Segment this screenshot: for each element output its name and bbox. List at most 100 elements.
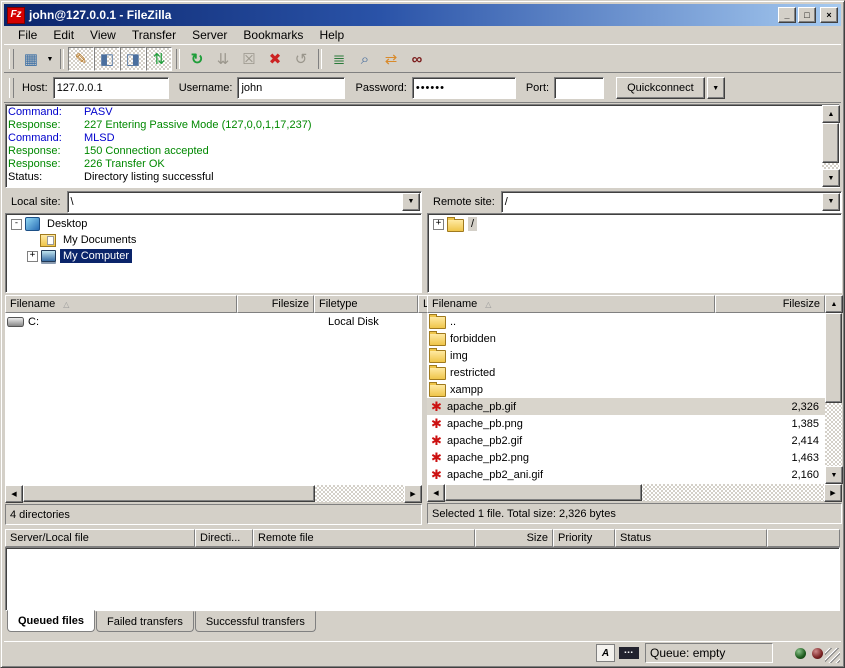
remote-file-row[interactable]: xampp [427,381,825,398]
column-server-local-file[interactable]: Server/Local file [5,529,195,547]
drive-icon [7,317,24,327]
password-input[interactable] [412,77,516,99]
toolbar: ▦ ▼ ✎ ◧ ◨ ⇅ ↻ ⇊ ☒ ✖ ↺ ≣ ⌕ ⇄ ∞ [4,46,841,73]
remote-file-row[interactable]: ✱apache_pb.png1,385 [427,415,825,432]
toggle-message-log-button[interactable]: ✎ [68,47,94,71]
tab-queued-files[interactable]: Queued files [7,610,95,632]
menu-view[interactable]: View [82,26,124,44]
reconnect-button[interactable]: ↺ [288,47,314,71]
minimize-icon: _ [784,11,789,20]
local-file-row[interactable]: C: Local Disk [5,313,422,330]
scrollbar-thumb[interactable] [445,484,642,501]
cancel-icon: ☒ [242,52,255,67]
collapse-icon[interactable]: - [11,219,22,230]
column-filename[interactable]: Filename△ [427,295,715,313]
scroll-left-icon[interactable]: ◀ [427,484,445,502]
refresh-button[interactable]: ↻ [184,47,210,71]
scroll-right-icon[interactable]: ▶ [824,484,842,502]
remote-vertical-scrollbar[interactable]: ▲ ▼ [825,295,842,484]
remote-site-combobox[interactable]: / ▼ [501,191,842,213]
menu-transfer[interactable]: Transfer [124,26,184,44]
status-bar: A ▪▪▪ Queue: empty [4,641,841,664]
chevron-down-icon[interactable]: ▼ [402,193,420,211]
remote-file-row[interactable]: img [427,347,825,364]
find-files-button[interactable]: ∞ [404,47,430,71]
remote-file-row[interactable]: ✱apache_pb2.gif2,414 [427,432,825,449]
remote-file-row[interactable]: ✱apache_pb2.png1,463 [427,449,825,466]
toolbar-separator [318,49,322,69]
tab-successful-transfers[interactable]: Successful transfers [195,611,316,632]
synchronized-browsing-button[interactable]: ⇄ [378,47,404,71]
scroll-up-icon[interactable]: ▲ [825,295,843,313]
maximize-button[interactable]: □ [798,7,816,23]
remote-site-bar: Remote site: / ▼ [427,191,842,212]
quickconnect-button[interactable]: Quickconnect [616,77,705,99]
site-manager-button[interactable]: ▦ [18,47,44,71]
cancel-operation-button[interactable]: ☒ [236,47,262,71]
remote-file-row[interactable]: ✱apache_pb2_ani.gif2,160 [427,466,825,483]
remote-file-row[interactable]: forbidden [427,330,825,347]
username-input[interactable] [237,77,345,99]
minimize-button[interactable]: _ [778,7,796,23]
resize-grip[interactable] [825,648,840,663]
local-horizontal-scrollbar[interactable]: ◀ ▶ [5,485,422,502]
menu-help[interactable]: Help [311,26,352,44]
disconnect-button[interactable]: ✖ [262,47,288,71]
speed-limit-icon[interactable]: ▪▪▪ [619,647,639,659]
queue-view-icon: ⇅ [153,52,166,67]
scroll-up-icon[interactable]: ▲ [822,105,840,123]
expand-icon[interactable]: + [27,251,38,262]
host-input[interactable] [53,77,169,99]
close-button[interactable]: × [820,7,838,23]
process-queue-button[interactable]: ⇊ [210,47,236,71]
column-direction[interactable]: Directi... [195,529,253,547]
site-manager-dropdown[interactable]: ▼ [44,48,56,70]
menu-file[interactable]: File [10,26,45,44]
filter-button[interactable]: ≣ [326,47,352,71]
toggle-remote-tree-button[interactable]: ◨ [120,47,146,71]
local-site-value: \ [68,196,401,208]
menu-server[interactable]: Server [184,26,235,44]
menu-bookmarks[interactable]: Bookmarks [235,26,311,44]
remote-horizontal-scrollbar[interactable]: ◀ ▶ [427,484,842,501]
toggle-local-tree-button[interactable]: ◧ [94,47,120,71]
close-icon: × [826,11,831,20]
column-remote-file[interactable]: Remote file [253,529,475,547]
menu-edit[interactable]: Edit [45,26,82,44]
local-site-combobox[interactable]: \ ▼ [67,191,422,213]
toggle-queue-button[interactable]: ⇅ [146,47,172,71]
remote-site-label: Remote site: [427,196,501,208]
scroll-left-icon[interactable]: ◀ [5,485,23,503]
quickconnect-dropdown[interactable]: ▼ [707,77,725,99]
port-input[interactable] [554,77,604,99]
scroll-right-icon[interactable]: ▶ [404,485,422,503]
quickbar-grip[interactable] [9,78,14,98]
chevron-down-icon[interactable]: ▼ [822,193,840,211]
column-status[interactable]: Status [615,529,767,547]
tree-item-my-computer[interactable]: + My Computer [6,248,421,264]
tree-item-desktop[interactable]: - Desktop [6,216,421,232]
scrollbar-thumb[interactable] [825,313,842,403]
expand-icon[interactable]: + [433,219,444,230]
remote-file-row[interactable]: .. [427,313,825,330]
remote-file-row-selected[interactable]: ✱apache_pb.gif2,326 [427,398,825,415]
tree-item-root[interactable]: + / [428,216,841,232]
tree-item-my-documents[interactable]: My Documents [6,232,421,248]
remote-file-row[interactable]: restricted [427,364,825,381]
scrollbar-thumb[interactable] [822,123,839,163]
column-filesize[interactable]: Filesize [237,295,314,313]
toolbar-grip[interactable] [9,49,14,69]
column-filesize[interactable]: Filesize [715,295,825,313]
directory-comparison-button[interactable]: ⌕ [352,47,378,71]
scroll-down-icon[interactable]: ▼ [822,169,840,187]
remote-list-header: Filename△ Filesize [427,295,825,313]
ascii-datatype-icon[interactable]: A [596,644,615,662]
log-scrollbar[interactable]: ▲ ▼ [822,105,839,187]
tab-failed-transfers[interactable]: Failed transfers [96,611,194,632]
column-filetype[interactable]: Filetype [314,295,418,313]
column-filename[interactable]: Filename△ [5,295,237,313]
column-size[interactable]: Size [475,529,553,547]
scrollbar-thumb[interactable] [23,485,315,502]
scroll-down-icon[interactable]: ▼ [825,466,843,484]
column-priority[interactable]: Priority [553,529,615,547]
